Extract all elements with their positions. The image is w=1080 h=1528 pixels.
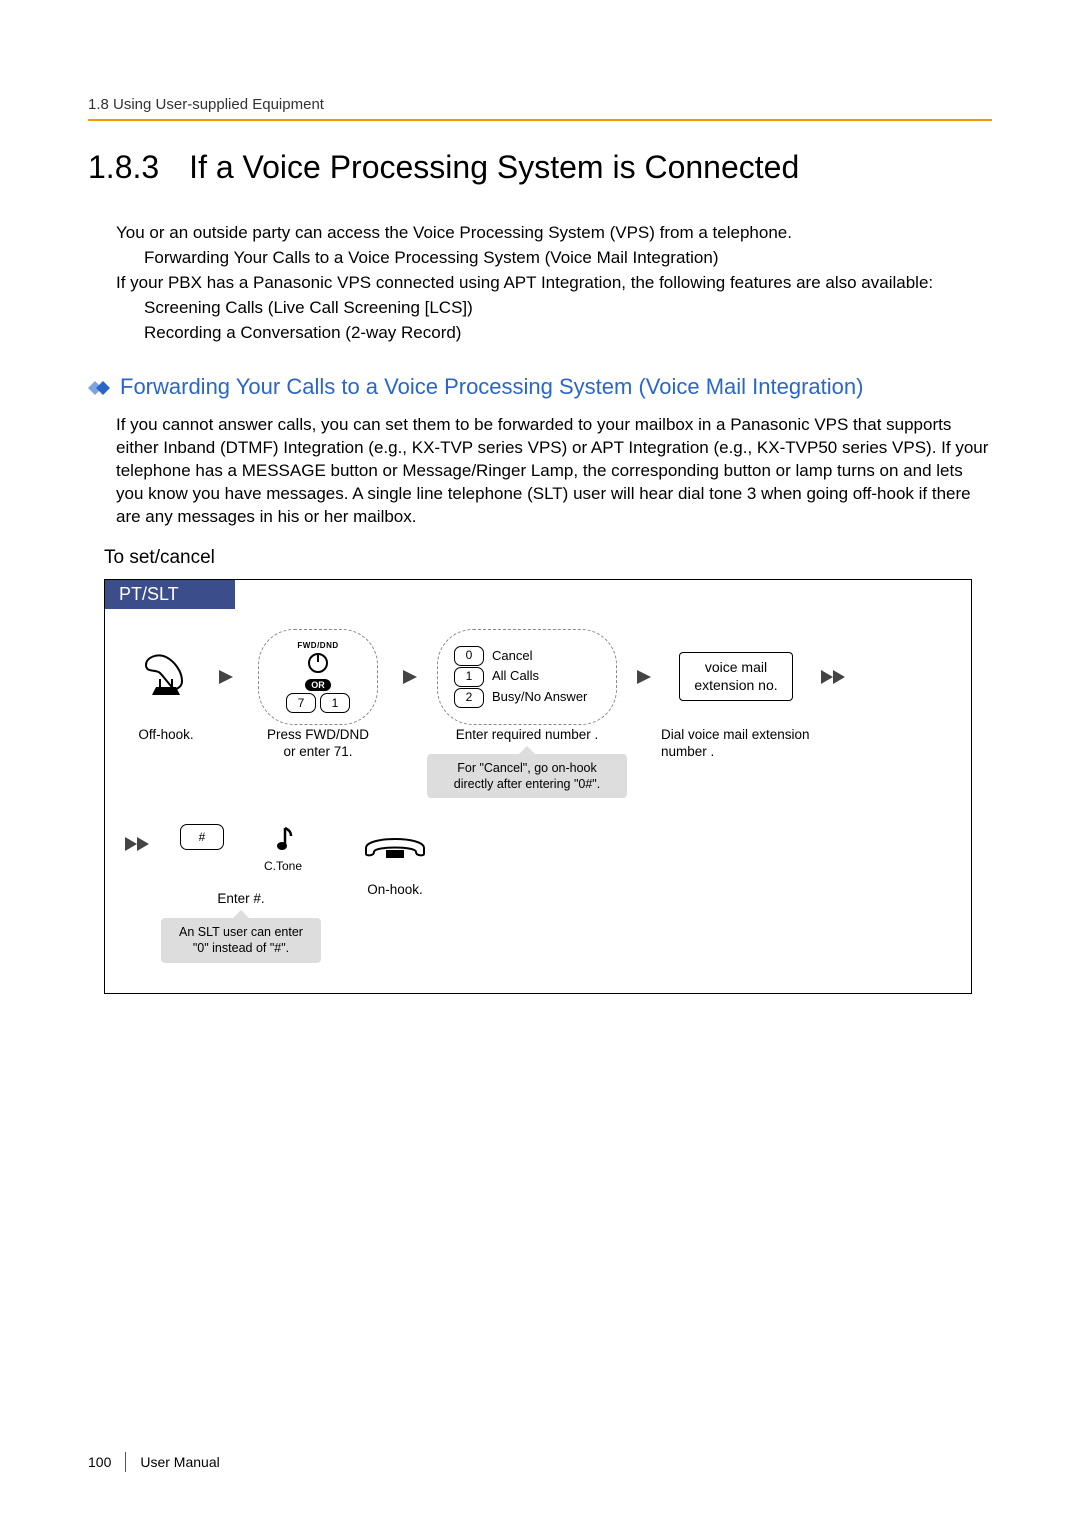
double-arrow-icon: [123, 824, 153, 864]
intro-p2: If your PBX has a Panasonic VPS connecte…: [116, 272, 992, 295]
ctone-label: C.Tone: [264, 859, 302, 873]
procedure-diagram: PT/SLT Off-hook.: [104, 579, 972, 994]
fwd-dnd-label: FWD/DND: [297, 641, 338, 650]
key-7: 7: [286, 693, 316, 713]
key-0: 0: [454, 646, 484, 666]
arrow-icon: [217, 629, 235, 725]
footer-divider: [125, 1452, 126, 1472]
step4-caption: Dial voice mail extension number .: [661, 727, 811, 761]
step2-caption: Press FWD/DND or enter 71.: [267, 727, 369, 761]
arrow-icon: [401, 629, 419, 725]
offhook-icon: [138, 647, 194, 706]
voicemail-ext-box: voice mail extension no.: [679, 652, 792, 701]
section-heading: Forwarding Your Calls to a Voice Process…: [88, 373, 992, 402]
onhook-caption: On-hook.: [367, 882, 423, 899]
title-number: 1.8.3: [88, 149, 159, 186]
diagram-titlebar: PT/SLT: [105, 580, 235, 609]
hash-caption: Enter #.: [217, 891, 264, 908]
page-footer: 100 User Manual: [88, 1452, 220, 1472]
or-label: OR: [305, 679, 331, 691]
intro-bullet-2: Screening Calls (Live Call Screening [LC…: [116, 297, 992, 320]
key-1: 1: [320, 693, 350, 713]
key-2: 2: [454, 688, 484, 708]
intro-bullet-3: Recording a Conversation (2-way Record): [116, 322, 992, 345]
opt-allcalls: All Calls: [492, 666, 539, 687]
arrow-icon: [635, 629, 653, 725]
ctone-icon: [271, 824, 295, 857]
intro-bullet-1: Forwarding Your Calls to a Voice Process…: [116, 247, 992, 270]
step1-caption: Off-hook.: [138, 727, 193, 744]
section-paragraph: If you cannot answer calls, you can set …: [116, 414, 992, 529]
header-rule: [88, 119, 992, 121]
page-number: 100: [88, 1454, 111, 1470]
breadcrumb: 1.8 Using User-supplied Equipment: [88, 96, 992, 113]
fwd-dnd-button-icon: [307, 652, 329, 677]
key-1b: 1: [454, 667, 484, 687]
hash-note: An SLT user can enter "0" instead of "#"…: [161, 918, 321, 963]
key-hash: #: [180, 824, 224, 850]
title-text: If a Voice Processing System is Connecte…: [189, 149, 799, 186]
subheading-set-cancel: To set/cancel: [88, 547, 992, 569]
double-arrow-icon: [819, 629, 849, 725]
opt-cancel: Cancel: [492, 646, 532, 667]
footer-label: User Manual: [140, 1454, 219, 1470]
onhook-icon: [360, 826, 430, 863]
diamond-bullet-icon: [88, 374, 114, 403]
page-title: 1.8.3 If a Voice Processing System is Co…: [88, 149, 992, 186]
opt-busy: Busy/No Answer: [492, 687, 587, 708]
step3-note: For "Cancel", go on-hook directly after …: [427, 754, 627, 799]
step3-caption: Enter required number .: [456, 727, 599, 744]
intro-p1: You or an outside party can access the V…: [116, 222, 992, 245]
